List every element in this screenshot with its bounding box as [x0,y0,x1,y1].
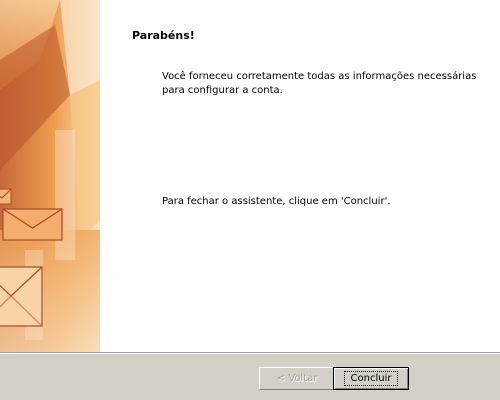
finish-button-label: Concluir [343,371,399,386]
message-line: Você forneceu corretamente todas as info… [162,71,477,82]
message-line: para configurar a conta. [162,85,283,96]
wizard-side-banner [0,0,100,352]
close-instruction: Para fechar o assistente, clique em 'Con… [162,196,391,207]
envelope-icon [2,208,63,241]
envelope-icon [0,188,12,205]
envelope-icon [0,266,43,327]
wizard-footer: < Voltar Concluir [0,354,500,400]
success-message: Você forneceu corretamente todas as info… [162,70,492,98]
back-button-label: < Voltar [276,373,318,384]
finish-button[interactable]: Concluir [333,367,409,390]
back-button[interactable]: < Voltar [259,367,335,390]
page-title: Parabéns! [132,29,195,42]
wizard-content: Parabéns! Você forneceu corretamente tod… [100,0,500,352]
